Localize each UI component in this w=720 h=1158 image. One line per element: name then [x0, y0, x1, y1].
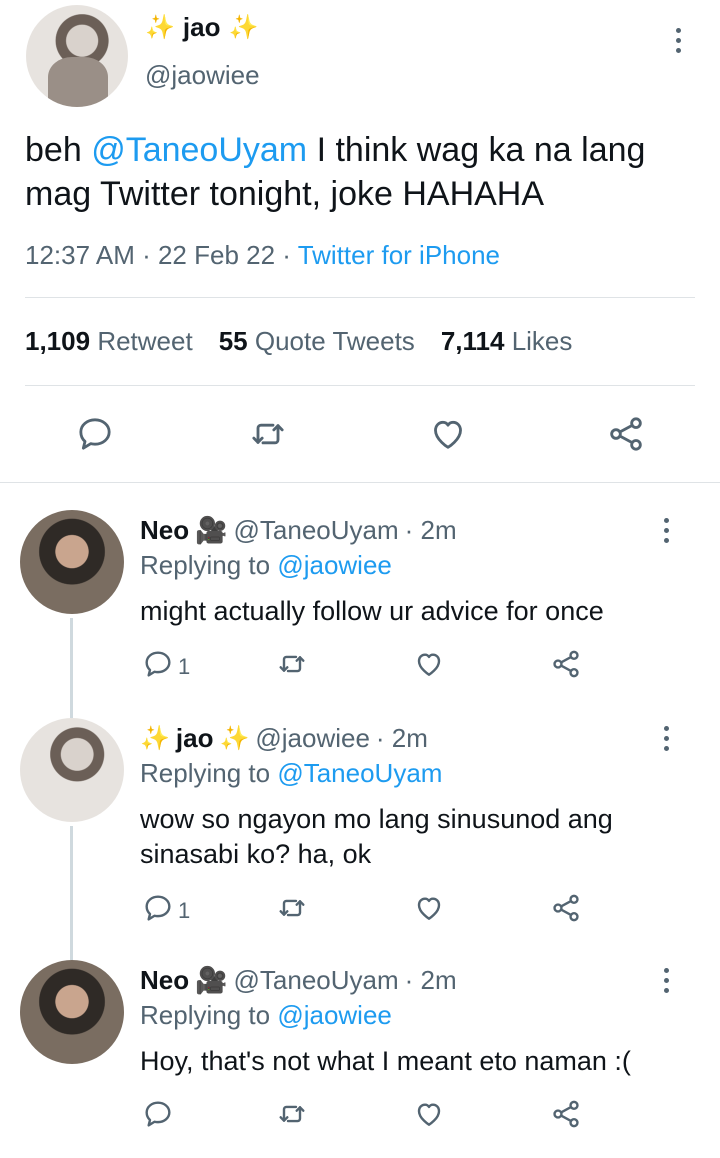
reply-header: Neo 🎥 @TaneoUyam · 2m: [140, 515, 457, 546]
tweet-meta: 12:37 AM · 22 Feb 22 · Twitter for iPhon…: [25, 240, 500, 271]
author-handle[interactable]: @jaowiee: [145, 60, 260, 91]
author-name[interactable]: Neo: [140, 965, 189, 996]
sparkles-icon: ✨: [219, 725, 250, 752]
reply-icon[interactable]: [142, 892, 174, 924]
reply-text: wow so ngayon mo lang sinusunod ang sina…: [140, 804, 613, 869]
tweet-time: · 2m: [404, 965, 457, 995]
more-options-icon[interactable]: [666, 20, 690, 60]
share-icon[interactable]: [606, 414, 646, 454]
divider: [25, 385, 695, 386]
meta-separator: ·: [134, 240, 158, 270]
sparkles-icon: ✨: [228, 14, 259, 41]
avatar[interactable]: [26, 5, 128, 107]
tweet-date[interactable]: 22 Feb 22: [158, 240, 275, 270]
reply-icon[interactable]: [75, 414, 115, 454]
retweet-icon[interactable]: [276, 648, 308, 680]
like-icon[interactable]: [413, 1098, 445, 1130]
retweets-count: 1,109: [25, 326, 91, 356]
retweets-label: Retweet: [97, 326, 193, 356]
tweet-text-before: beh: [25, 131, 92, 169]
avatar[interactable]: [20, 510, 124, 614]
more-options-icon[interactable]: [654, 960, 678, 1000]
like-icon[interactable]: [413, 648, 445, 680]
replying-to-handle[interactable]: @jaowiee: [277, 550, 392, 580]
author-name[interactable]: Neo: [140, 515, 189, 546]
divider: [25, 297, 695, 298]
retweet-icon[interactable]: [276, 1098, 308, 1130]
author-handle[interactable]: @TaneoUyam: [234, 515, 399, 546]
tweet-text: beh @TaneoUyam I think wag ka na lang ma…: [25, 128, 705, 216]
replying-to-handle[interactable]: @jaowiee: [277, 1000, 392, 1030]
tweet-source[interactable]: Twitter for iPhone: [298, 240, 500, 270]
replying-to: Replying to @jaowiee: [140, 550, 392, 581]
author-handle[interactable]: @TaneoUyam: [234, 965, 399, 996]
quotes-stat[interactable]: 55 Quote Tweets: [219, 326, 415, 357]
share-icon[interactable]: [550, 892, 582, 924]
likes-label: Likes: [511, 326, 573, 356]
reply-actions: 1: [0, 648, 720, 688]
author-name[interactable]: jao: [176, 723, 214, 754]
author-name-row: ✨ jao ✨: [145, 12, 258, 43]
reply-actions: 1: [0, 892, 720, 932]
sparkles-icon: ✨: [145, 14, 175, 41]
quotes-count: 55: [218, 326, 248, 356]
meta-separator: ·: [275, 240, 298, 270]
mention-link[interactable]: @TaneoUyam: [91, 131, 307, 169]
replying-to-label: Replying to: [140, 1000, 278, 1030]
replying-to-handle[interactable]: @TaneoUyam: [277, 758, 442, 788]
reply-icon[interactable]: [142, 1098, 174, 1130]
tweet-actions: [0, 410, 720, 458]
like-icon[interactable]: [413, 892, 445, 924]
tweet-time: · 2m: [404, 515, 457, 545]
replying-to-label: Replying to: [140, 550, 278, 580]
replying-to: Replying to @jaowiee: [140, 1000, 392, 1031]
author-handle[interactable]: @jaowiee: [255, 723, 370, 754]
retweets-stat[interactable]: 1,109 Retweet: [25, 326, 193, 357]
author-name[interactable]: jao: [183, 12, 221, 43]
reply-actions: [0, 1098, 720, 1138]
reply-text: might actually follow ur advice for once: [140, 596, 604, 626]
reply-header: Neo 🎥 @TaneoUyam · 2m: [140, 965, 457, 996]
tweet-stats: 1,109 Retweet 55 Quote Tweets 7,114 Like…: [25, 326, 572, 357]
retweet-icon[interactable]: [276, 892, 308, 924]
avatar[interactable]: [20, 960, 124, 1064]
share-icon[interactable]: [550, 1098, 582, 1130]
reply-count: 1: [178, 898, 191, 923]
video-camera-icon: 🎥: [195, 965, 228, 995]
replying-to-label: Replying to: [140, 758, 278, 788]
avatar[interactable]: [20, 718, 124, 822]
reply-count: 1: [178, 654, 191, 679]
quotes-label: Quote Tweets: [254, 326, 415, 356]
likes-stat[interactable]: 7,114 Likes: [441, 326, 573, 357]
more-options-icon[interactable]: [654, 510, 678, 550]
tweet-time: · 2m: [375, 723, 428, 753]
reply-text: Hoy, that's not what I meant eto naman :…: [140, 1046, 631, 1076]
video-camera-icon: 🎥: [195, 515, 228, 545]
reply-icon[interactable]: [142, 648, 174, 680]
divider: [0, 482, 720, 483]
sparkles-icon: ✨: [140, 725, 170, 752]
reply-header: ✨ jao ✨ @jaowiee · 2m: [140, 723, 428, 754]
share-icon[interactable]: [550, 648, 582, 680]
like-icon[interactable]: [428, 414, 468, 454]
retweet-icon[interactable]: [248, 414, 288, 454]
tweet-time[interactable]: 12:37 AM: [25, 240, 135, 270]
replying-to: Replying to @TaneoUyam: [140, 758, 442, 789]
likes-count: 7,114: [440, 326, 505, 356]
more-options-icon[interactable]: [654, 718, 678, 758]
